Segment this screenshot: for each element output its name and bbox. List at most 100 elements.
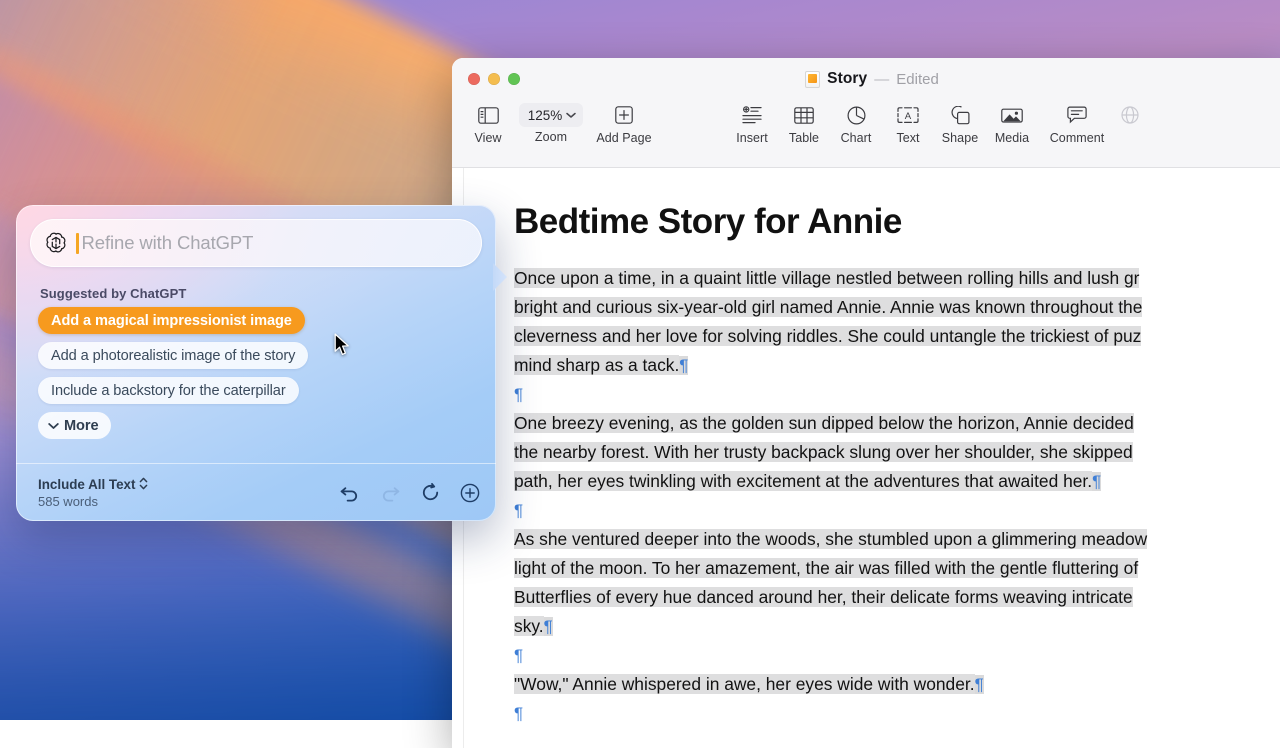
toolbar-button-text[interactable]: A Text	[882, 102, 934, 145]
toolbar-button-comment[interactable]: Comment	[1038, 102, 1116, 145]
pilcrow-mark: ¶	[514, 501, 523, 520]
page-title: Story	[827, 70, 867, 88]
redo-icon[interactable]	[380, 483, 400, 503]
suggestion-pill-photorealistic[interactable]: Add a photorealistic image of the story	[38, 342, 308, 369]
text-caret	[76, 233, 79, 254]
chatgpt-input-container: Refine with ChatGPT	[16, 205, 496, 267]
collaborate-icon	[1120, 102, 1140, 128]
table-icon	[794, 102, 814, 128]
document-heading: Bedtime Story for Annie	[514, 202, 1280, 242]
suggestion-pill-caterpillar-backstory[interactable]: Include a backstory for the caterpillar	[38, 377, 299, 404]
document-paragraph: "Wow," Annie whispered in awe, her eyes …	[514, 670, 1280, 699]
pilcrow-mark: ¶	[544, 617, 553, 636]
document-paragraph: sky.¶	[514, 612, 1280, 641]
include-all-text-selector[interactable]: Include All Text	[38, 477, 148, 493]
app-toolbar: View 125% Zoom A	[452, 100, 1280, 168]
chart-pie-icon	[847, 102, 866, 128]
chevron-down-icon	[48, 418, 59, 434]
document-paragraph: Butterflies of every hue danced around h…	[514, 583, 1280, 612]
document-paragraph: the nearby forest. With her trusty backp…	[514, 438, 1280, 467]
toolbar-button-view[interactable]: View	[462, 102, 514, 145]
toolbar-label-zoom: Zoom	[535, 130, 567, 144]
document-paragraph: path, her eyes twinkling with excitement…	[514, 467, 1280, 496]
pilcrow-mark: ¶	[514, 385, 523, 404]
toolbar-label-media: Media	[995, 131, 1029, 145]
title-separator: —	[874, 71, 889, 88]
paragraph-line: light of the moon. To her amazement, the…	[514, 558, 1138, 578]
window-controls	[468, 73, 520, 85]
minimize-button[interactable]	[488, 73, 500, 85]
pilcrow-mark: ¶	[679, 356, 688, 375]
toolbar-button-collaborate-clipped[interactable]	[1116, 102, 1144, 145]
toolbar-label-add-page: Add Page	[596, 131, 651, 145]
word-count-label: 585 words	[38, 494, 148, 509]
toolbar-button-table[interactable]: Table	[778, 102, 830, 145]
sidebar-icon	[478, 102, 499, 128]
paragraph-line: bright and curious six-year-old girl nam…	[514, 297, 1142, 317]
toolbar-label-text: Text	[896, 131, 919, 145]
document-empty-paragraph: ¶	[514, 641, 1280, 670]
chatgpt-refine-panel: Refine with ChatGPT Suggested by ChatGPT…	[16, 205, 496, 521]
document-paragraph: Once upon a time, in a quaint little vil…	[514, 264, 1280, 293]
document-paragraph: bright and curious six-year-old girl nam…	[514, 293, 1280, 322]
close-button[interactable]	[468, 73, 480, 85]
document-paragraph: cleverness and her love for solving ridd…	[514, 322, 1280, 351]
pilcrow-mark: ¶	[975, 675, 984, 694]
toolbar-button-zoom[interactable]: 125% Zoom	[514, 102, 588, 144]
document-paragraph: light of the moon. To her amazement, the…	[514, 554, 1280, 583]
add-icon[interactable]	[460, 483, 480, 503]
paragraph-line: Once upon a time, in a quaint little vil…	[514, 268, 1139, 288]
undo-icon[interactable]	[340, 483, 360, 503]
paragraph-line: "Wow," Annie whispered in awe, her eyes …	[514, 674, 975, 694]
document-empty-paragraph: ¶	[514, 380, 1280, 409]
chevron-down-icon	[566, 106, 576, 124]
document-canvas[interactable]: Bedtime Story for Annie Once upon a time…	[452, 168, 1280, 748]
pages-document-icon	[805, 71, 820, 88]
shape-icon	[950, 102, 970, 128]
insert-icon	[742, 102, 762, 128]
refine-input-placeholder: Refine with ChatGPT	[82, 232, 254, 254]
toolbar-button-shape[interactable]: Shape	[934, 102, 986, 145]
pages-app-window: Story — Edited View 125%	[452, 58, 1280, 748]
add-page-icon	[615, 102, 633, 128]
zoom-value: 125%	[528, 108, 563, 123]
edit-state-label: Edited	[896, 71, 939, 88]
paragraph-line: Butterflies of every hue danced around h…	[514, 587, 1133, 607]
toolbar-label-view: View	[474, 131, 501, 145]
openai-logo-icon	[44, 231, 68, 255]
maximize-button[interactable]	[508, 73, 520, 85]
paragraph-line: As she ventured deeper into the woods, s…	[514, 529, 1147, 549]
document-title-group: Story — Edited	[452, 58, 1280, 100]
footer-actions	[340, 483, 480, 503]
more-suggestions-button[interactable]: More	[38, 412, 111, 439]
paragraph-line: the nearby forest. With her trusty backp…	[514, 442, 1133, 462]
svg-text:A: A	[905, 111, 912, 122]
document-paragraph: As she ventured deeper into the woods, s…	[514, 525, 1280, 554]
document-empty-paragraph: ¶	[514, 699, 1280, 728]
include-scope-group[interactable]: Include All Text 585 words	[38, 477, 148, 509]
regenerate-icon[interactable]	[420, 483, 440, 503]
suggestion-pill-magical-impressionist[interactable]: Add a magical impressionist image	[38, 307, 305, 334]
updown-chevron-icon	[139, 477, 148, 493]
document-body: Bedtime Story for Annie Once upon a time…	[452, 202, 1280, 728]
suggestion-list: Add a magical impressionist image Add a …	[16, 307, 496, 447]
paragraph-line: mind sharp as a tack.	[514, 355, 679, 375]
zoom-chip[interactable]: 125%	[519, 103, 584, 127]
toolbar-button-chart[interactable]: Chart	[830, 102, 882, 145]
document-empty-paragraph: ¶	[514, 496, 1280, 525]
more-label: More	[64, 418, 98, 434]
toolbar-button-add-page[interactable]: Add Page	[588, 102, 660, 145]
chatgpt-panel-footer: Include All Text 585 words	[16, 463, 496, 521]
include-all-text-label: Include All Text	[38, 477, 135, 492]
suggested-by-chatgpt-label: Suggested by ChatGPT	[40, 286, 496, 301]
toolbar-button-media[interactable]: Media	[986, 102, 1038, 145]
paragraph-line: cleverness and her love for solving ridd…	[514, 326, 1141, 346]
refine-input-field[interactable]: Refine with ChatGPT	[30, 219, 482, 267]
pilcrow-mark: ¶	[1092, 472, 1101, 491]
pilcrow-mark: ¶	[514, 646, 523, 665]
media-image-icon	[1001, 102, 1023, 128]
document-paragraph: One breezy evening, as the golden sun di…	[514, 409, 1280, 438]
toolbar-label-chart: Chart	[841, 131, 872, 145]
toolbar-button-insert[interactable]: Insert	[726, 102, 778, 145]
paragraph-line: One breezy evening, as the golden sun di…	[514, 413, 1134, 433]
